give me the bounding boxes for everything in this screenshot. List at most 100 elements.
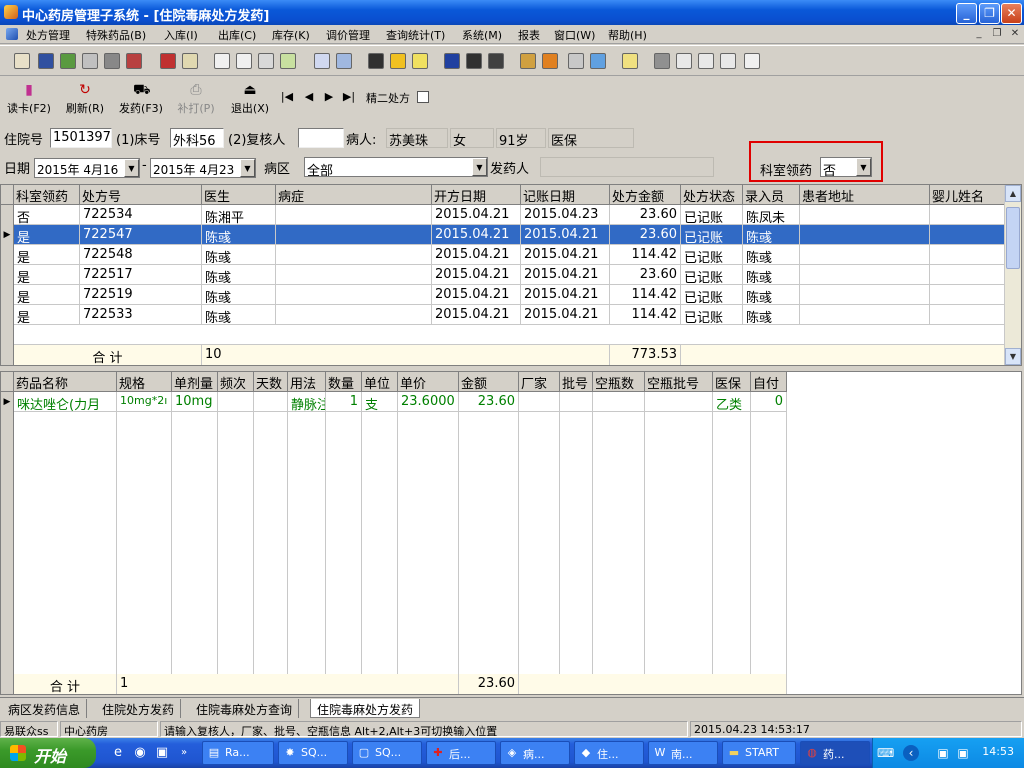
col-diagnosis[interactable]: 病症 <box>276 185 432 205</box>
cell-amount[interactable]: 114.42 <box>610 285 681 305</box>
col-amount[interactable]: 处方金额 <box>610 185 681 205</box>
network2-icon[interactable]: ▣ <box>955 745 971 761</box>
date-from-dropdown-icon[interactable]: ▼ <box>124 159 139 177</box>
dept-collect-dropdown-icon[interactable]: ▼ <box>856 158 871 176</box>
browser-icon[interactable]: ◉ <box>132 745 148 761</box>
cell-address[interactable] <box>800 265 930 285</box>
tab-narcotic-query[interactable]: 住院毒麻处方查询 <box>190 699 300 718</box>
mdi-restore-button[interactable]: ❐ <box>990 27 1004 40</box>
cell-billdate[interactable]: 2015.04.21 <box>521 265 610 285</box>
checklist-icon[interactable] <box>236 53 252 69</box>
cell-status[interactable]: 已记账 <box>681 285 743 305</box>
menu-reports[interactable]: 报表 <box>518 27 540 43</box>
cell-status[interactable]: 已记账 <box>681 265 743 285</box>
toolbar-icon-8[interactable] <box>182 53 198 69</box>
detail-row[interactable]: ▶ 咪达唑仑(力月 10mg*2ı 10mg 静脉注 1 支 23.6000 2… <box>1 392 787 412</box>
detail-empty-batch[interactable] <box>645 392 713 412</box>
cell-billdate[interactable]: 2015.04.21 <box>521 245 610 265</box>
read-card-button[interactable]: ▮ 读卡(F2) <box>4 79 54 117</box>
tab-narcotic-dispense[interactable]: 住院毒麻处方发药 <box>310 699 421 718</box>
cell-doctor[interactable]: 陈彧 <box>202 265 276 285</box>
task-hou[interactable]: ✚ 后... <box>426 741 496 765</box>
last-record-button[interactable]: ▶| <box>342 90 356 103</box>
col-usage[interactable]: 用法 <box>288 372 326 392</box>
toolbar-icon-17[interactable] <box>412 53 428 69</box>
date-from-picker[interactable]: 2015年 4月16 ▼ <box>34 158 140 178</box>
reviewer-input[interactable] <box>298 128 344 148</box>
prescription-scrollbar[interactable]: ▲ ▼ <box>1004 185 1021 365</box>
toolbar-icon-4[interactable] <box>82 53 98 69</box>
thermometer-icon[interactable] <box>542 53 558 69</box>
toolbar-icon-27[interactable] <box>676 53 692 69</box>
prescription-row[interactable]: 是 722548 陈彧 2015.04.21 2015.04.21 114.42 已记账 陈彧 <box>1 245 1005 265</box>
quicklaunch-more-icon[interactable]: » <box>176 745 192 761</box>
toolbar-icon-14[interactable] <box>336 53 352 69</box>
date-to-picker[interactable]: 2015年 4月23 ▼ <box>150 158 256 178</box>
next-record-button[interactable]: ▶ <box>322 90 336 103</box>
toolbar-icon-6[interactable] <box>126 53 142 69</box>
toolbar-icon-11[interactable] <box>258 53 274 69</box>
prescription-row[interactable]: 是 722519 陈彧 2015.04.21 2015.04.21 114.42 已记账 陈彧 <box>1 285 1005 305</box>
cell-dept[interactable]: 是 <box>14 265 80 285</box>
binoculars-icon[interactable] <box>104 53 120 69</box>
cell-amount[interactable]: 23.60 <box>610 205 681 225</box>
toolbar-icon-20[interactable] <box>488 53 504 69</box>
toolbar-icon-30[interactable] <box>744 53 760 69</box>
reprint-button[interactable]: ⎙ 补打(P) <box>172 79 220 117</box>
task-sq2[interactable]: ▢ SQ... <box>352 741 422 765</box>
col-rx-date[interactable]: 开方日期 <box>432 185 521 205</box>
toolbar-icon-24[interactable] <box>590 53 606 69</box>
toolbar-icon-9[interactable] <box>214 53 230 69</box>
tray-expand-icon[interactable]: ‹ <box>903 745 919 761</box>
cell-status[interactable]: 已记账 <box>681 225 743 245</box>
cell-amount[interactable]: 23.60 <box>610 225 681 245</box>
prescription-row[interactable]: 是 722517 陈彧 2015.04.21 2015.04.21 23.60 已记账 陈彧 <box>1 265 1005 285</box>
magnifier-icon[interactable] <box>568 53 584 69</box>
restore-button[interactable]: ❐ <box>979 3 1000 24</box>
bed-input[interactable]: 外科56 <box>170 128 224 148</box>
col-dept-collect[interactable]: 科室领药 <box>14 185 80 205</box>
cell-dept[interactable]: 是 <box>14 245 80 265</box>
cell-rxno[interactable]: 722519 <box>80 285 202 305</box>
col-drug-name[interactable]: 药品名称 <box>14 372 117 392</box>
toolbar-icon-12[interactable] <box>280 53 296 69</box>
toolbar-icon-21[interactable] <box>520 53 536 69</box>
col-frequency[interactable]: 频次 <box>218 372 254 392</box>
cell-dept[interactable]: 是 <box>14 305 80 325</box>
scroll-down-icon[interactable]: ▼ <box>1005 348 1021 365</box>
cell-billdate[interactable]: 2015.04.21 <box>521 285 610 305</box>
toolbar-icon-28[interactable] <box>698 53 714 69</box>
dept-collect-select[interactable]: 否 ▼ <box>820 157 872 177</box>
refresh-button[interactable]: ↻ 刷新(R) <box>62 79 108 117</box>
cell-diagnosis[interactable] <box>276 265 432 285</box>
cell-rxno[interactable]: 722547 <box>80 225 202 245</box>
prescription-row[interactable]: 否 722534 陈湘平 2015.04.21 2015.04.23 23.60 已记账 陈凤… <box>1 205 1005 225</box>
col-batch[interactable]: 批号 <box>560 372 593 392</box>
prescription-row[interactable]: ▶ 是 722547 陈彧 2015.04.21 2015.04.21 23.60 已记账 陈彧 <box>1 225 1005 245</box>
toolbar-icon-3[interactable] <box>60 53 76 69</box>
toolbar-icon-7[interactable] <box>160 53 176 69</box>
cell-amount[interactable]: 23.60 <box>610 265 681 285</box>
cell-rxno[interactable]: 722548 <box>80 245 202 265</box>
dispense-button[interactable]: ⛟ 发药(F3) <box>114 79 168 117</box>
toolbar-icon-2[interactable] <box>38 53 54 69</box>
col-total[interactable]: 金额 <box>459 372 519 392</box>
detail-spec[interactable]: 10mg*2ı <box>117 392 172 412</box>
col-address[interactable]: 患者地址 <box>800 185 930 205</box>
cell-rxno[interactable]: 722533 <box>80 305 202 325</box>
detail-unit-price[interactable]: 23.6000 <box>398 392 459 412</box>
task-bing[interactable]: ◈ 病... <box>500 741 570 765</box>
cell-rxdate[interactable]: 2015.04.21 <box>432 265 521 285</box>
cell-status[interactable]: 已记账 <box>681 305 743 325</box>
menu-prescription[interactable]: 处方管理 <box>26 27 70 43</box>
close-button[interactable]: ✕ <box>1001 3 1022 24</box>
cell-clerk[interactable]: 陈凤未 <box>743 205 800 225</box>
cell-address[interactable] <box>800 205 930 225</box>
cell-doctor[interactable]: 陈彧 <box>202 305 276 325</box>
menu-inventory[interactable]: 库存(K) <box>272 27 310 43</box>
col-empty-bottles[interactable]: 空瓶数 <box>593 372 645 392</box>
keyboard-icon[interactable]: ⌨ <box>877 745 894 761</box>
cell-status[interactable]: 已记账 <box>681 205 743 225</box>
col-baby-name[interactable]: 婴儿姓名 <box>930 185 1005 205</box>
cell-address[interactable] <box>800 225 930 245</box>
